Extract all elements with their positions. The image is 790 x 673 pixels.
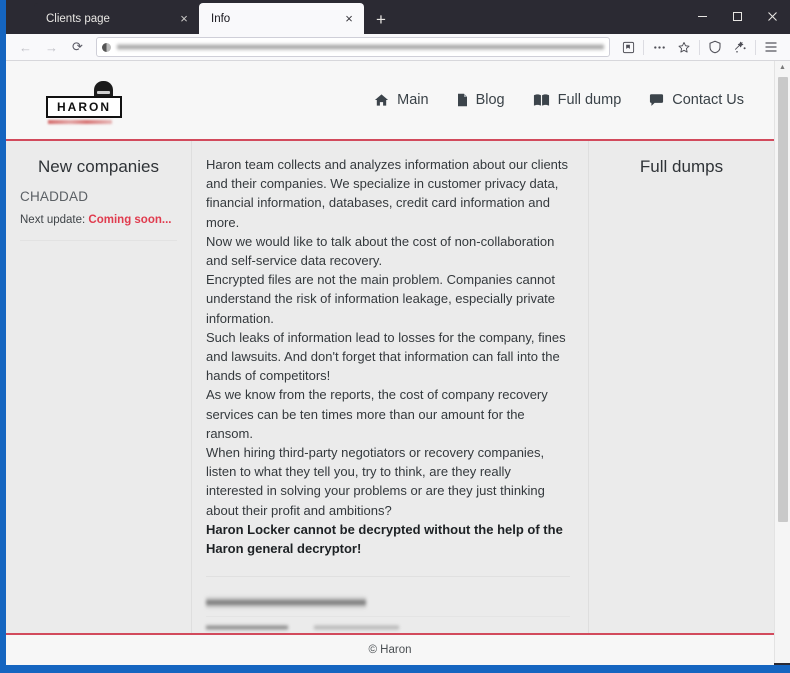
- nav-item-label: Full dump: [557, 92, 622, 108]
- comment-icon: [649, 93, 664, 107]
- page-actions-icon[interactable]: [647, 37, 671, 58]
- nav-item-main[interactable]: Main: [374, 92, 429, 108]
- paragraph: Haron team collects and analyzes informa…: [206, 157, 569, 230]
- minimize-button[interactable]: [685, 0, 720, 32]
- logo-tagline-redacted: [48, 120, 112, 124]
- nav-item-blog[interactable]: Blog: [457, 92, 505, 108]
- reader-view-icon[interactable]: [616, 37, 640, 58]
- home-icon: [374, 93, 389, 107]
- page-viewport: pcrisk.com HARON Ma: [6, 61, 790, 665]
- site-logo[interactable]: HARON: [38, 77, 133, 124]
- site-header: HARON Main Blog Full dump Contact Us: [6, 61, 774, 141]
- pocket-icon[interactable]: [728, 37, 752, 58]
- paragraph: Encrypted files are not the main problem…: [206, 272, 556, 326]
- back-icon[interactable]: ←: [13, 36, 38, 58]
- paragraph: Such leaks of information lead to losses…: [206, 329, 566, 384]
- redacted-text: [206, 624, 288, 632]
- close-button[interactable]: [755, 0, 790, 32]
- web-page: pcrisk.com HARON Ma: [6, 61, 774, 665]
- redacted-text: [206, 596, 366, 610]
- address-bar[interactable]: [96, 37, 610, 57]
- nav-item-label: Contact Us: [672, 92, 744, 108]
- next-update-label: Next update:: [20, 214, 86, 226]
- reload-icon[interactable]: ⟳: [65, 36, 90, 58]
- nav-item-label: Main: [397, 92, 429, 108]
- nav-item-label: Blog: [475, 92, 505, 108]
- tab-info[interactable]: Info ×: [199, 3, 364, 34]
- table-row: [206, 617, 570, 633]
- table-row: [206, 589, 570, 618]
- tab-close-icon[interactable]: ×: [340, 10, 358, 28]
- paragraph: As we know from the reports, the cost of…: [206, 387, 548, 441]
- tab-title: Clients page: [46, 12, 110, 25]
- window-controls: [685, 0, 790, 32]
- new-tab-button[interactable]: +: [368, 6, 394, 34]
- navigation-toolbar: ← → ⟳: [6, 34, 790, 61]
- paragraph: Now we would like to talk about the cost…: [206, 233, 555, 269]
- toolbar-divider: [755, 39, 756, 55]
- toolbar-divider: [699, 39, 700, 55]
- file-icon: [457, 93, 468, 107]
- content-divider: [206, 576, 570, 578]
- next-update-line: Next update: Coming soon...: [20, 214, 177, 226]
- tab-title: Info: [211, 12, 231, 25]
- toolbar-divider: [643, 39, 644, 55]
- left-column-title: New companies: [38, 157, 159, 176]
- page-content: New companies CHADDAD Next update: Comin…: [6, 141, 774, 633]
- left-sidebar: New companies CHADDAD Next update: Comin…: [6, 141, 192, 633]
- tab-close-icon[interactable]: ×: [175, 10, 193, 28]
- company-name[interactable]: CHADDAD: [20, 189, 177, 204]
- nav-item-full-dump[interactable]: Full dump: [533, 92, 622, 108]
- tab-clients-page[interactable]: Clients page ×: [34, 3, 199, 34]
- bookmark-star-icon[interactable]: [672, 37, 696, 58]
- logo-box: HARON: [46, 96, 122, 118]
- mask-eyes-icon: [97, 91, 110, 94]
- site-favicon-icon: [102, 42, 111, 52]
- nav-item-contact-us[interactable]: Contact Us: [649, 92, 744, 108]
- browser-window: Clients page × Info × + ← → ⟳ HARON Main…: [6, 0, 790, 665]
- url-text-redacted: [117, 43, 604, 51]
- site-navigation: Main Blog Full dump Contact Us: [374, 92, 744, 108]
- paragraph-emphasis: Haron Locker cannot be decrypted without…: [206, 521, 563, 557]
- maximize-button[interactable]: [720, 0, 755, 32]
- paragraph: When hiring third-party negotiators or r…: [206, 445, 545, 518]
- book-icon: [533, 93, 550, 107]
- page-scrollbar[interactable]: ▲: [774, 61, 790, 665]
- shield-icon[interactable]: [703, 37, 727, 58]
- scrollbar-thumb[interactable]: [778, 77, 788, 522]
- right-column-title: Full dumps: [639, 157, 724, 176]
- logo-text: HARON: [57, 100, 111, 114]
- copyright-text: © Haron: [368, 644, 412, 656]
- right-sidebar: Full dumps: [588, 141, 774, 633]
- announcement-text: Haron team collects and analyzes informa…: [206, 155, 570, 558]
- forward-icon[interactable]: →: [39, 36, 64, 58]
- site-footer: © Haron: [6, 633, 774, 665]
- main-column: Haron team collects and analyzes informa…: [192, 141, 588, 633]
- redacted-listing: [206, 589, 570, 633]
- menu-icon[interactable]: [759, 37, 783, 58]
- scroll-up-icon[interactable]: ▲: [779, 61, 786, 75]
- tab-strip: Clients page × Info × +: [6, 0, 790, 34]
- sidebar-divider: [20, 240, 177, 241]
- next-update-value: Coming soon...: [88, 214, 172, 226]
- redacted-text: [314, 624, 399, 632]
